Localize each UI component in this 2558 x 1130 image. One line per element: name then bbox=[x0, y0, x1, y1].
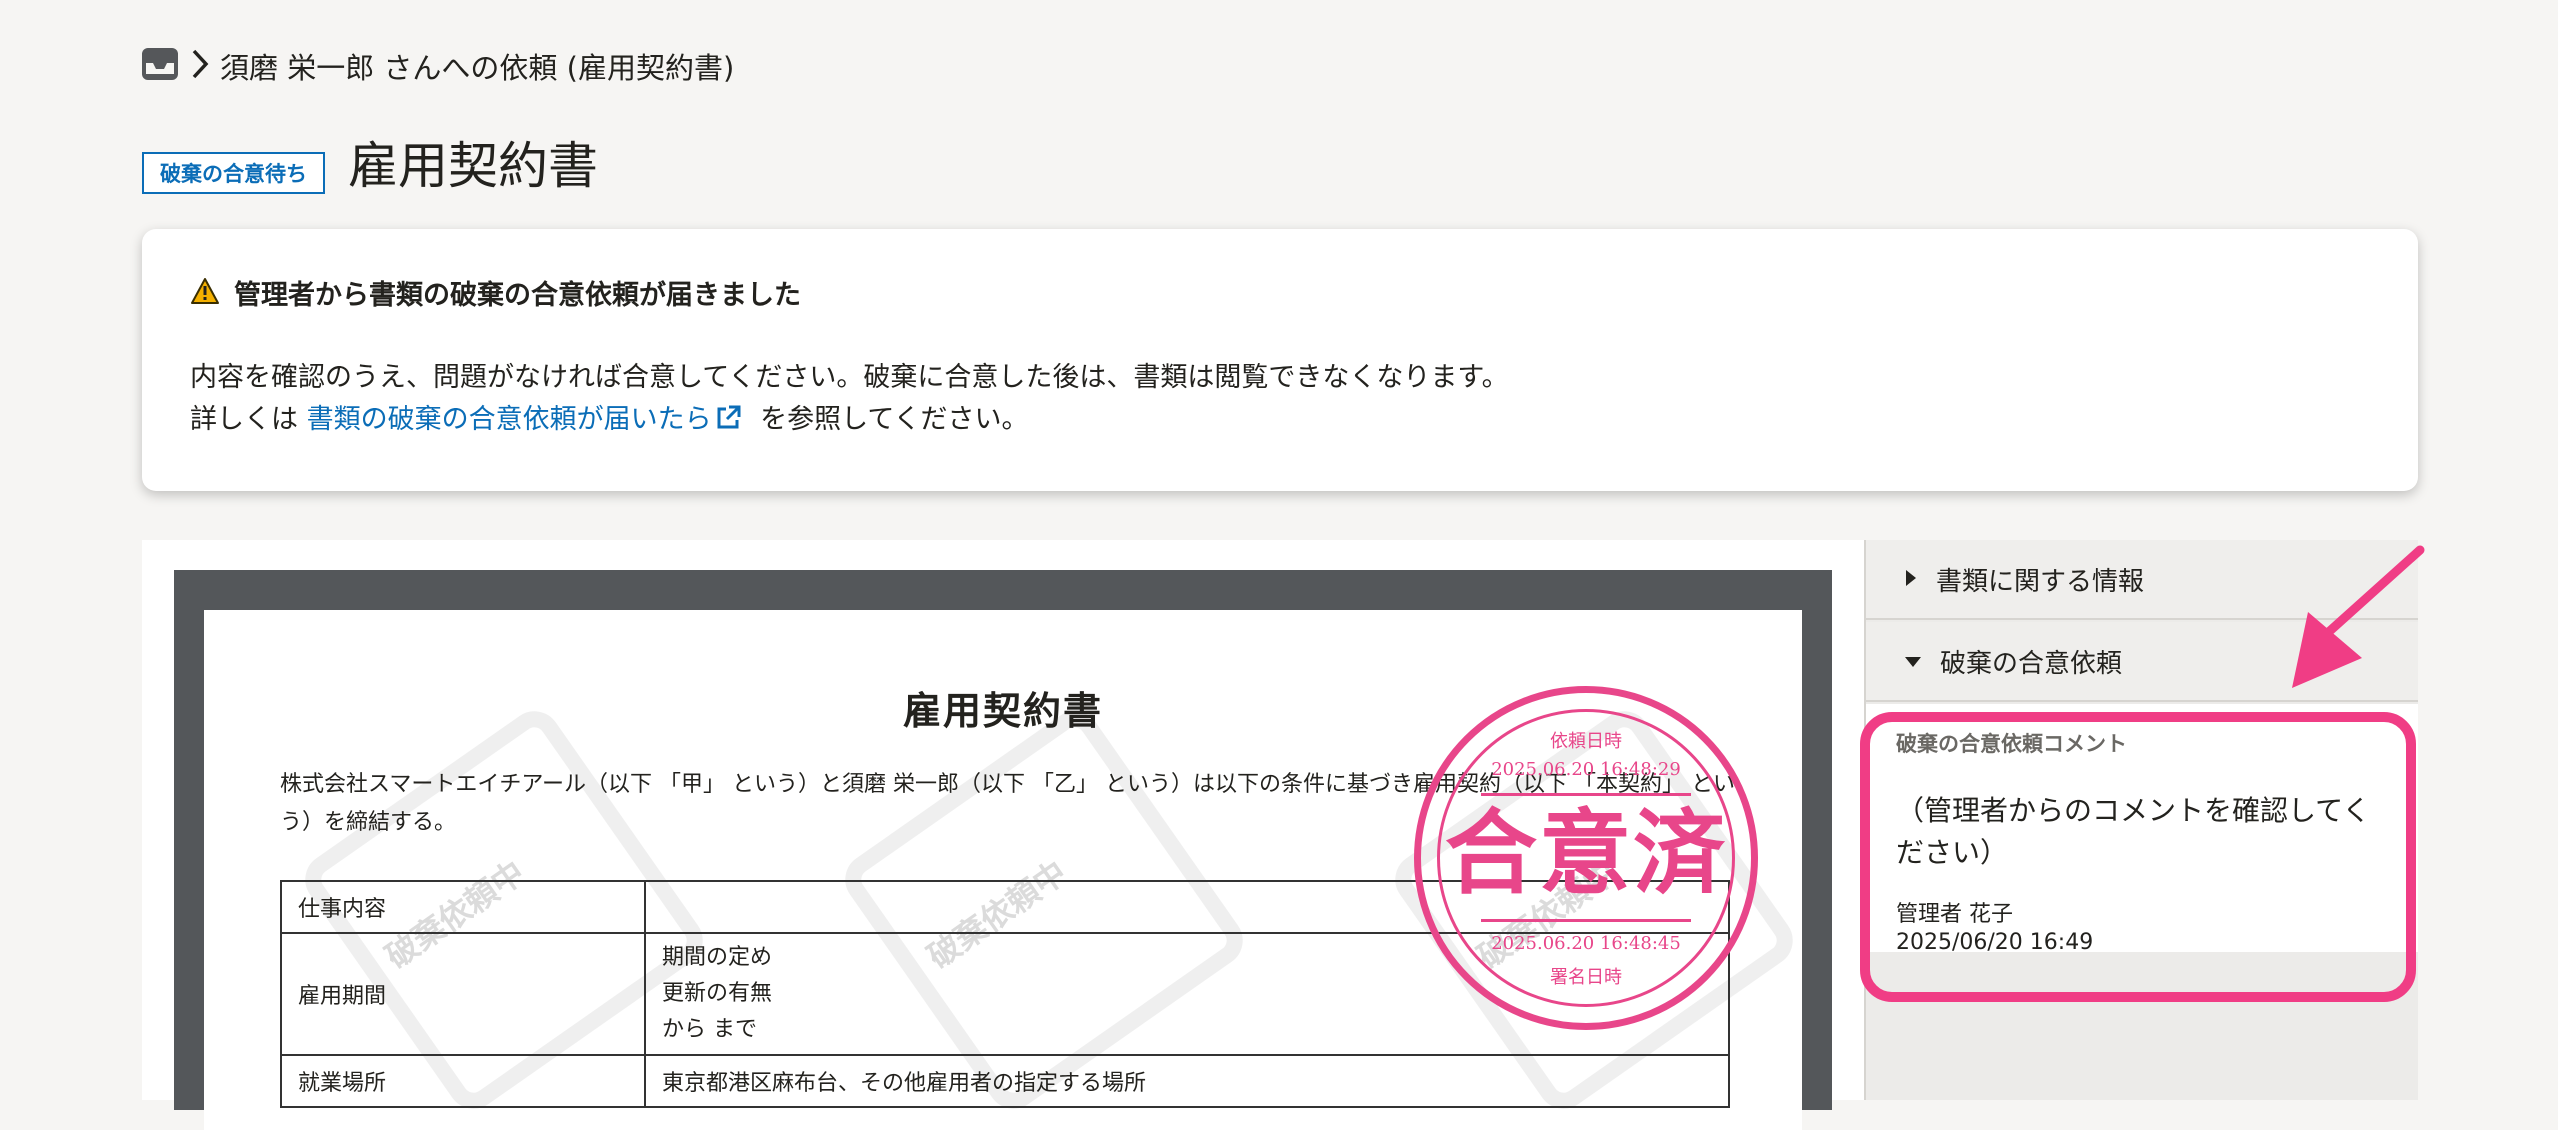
table-cell-label: 就業場所 bbox=[280, 1054, 646, 1108]
help-link[interactable]: 書類の破棄の合意依頼が届いたら bbox=[307, 404, 712, 435]
section-label: 破棄の合意依頼 bbox=[1940, 648, 2123, 679]
alert-line-2-prefix: 詳しくは bbox=[190, 404, 307, 435]
stamp-divider bbox=[1481, 919, 1691, 922]
annotation-highlight-box bbox=[1860, 712, 2416, 1002]
table-cell-label: 仕事内容 bbox=[280, 880, 646, 934]
status-badge: 破棄の合意待ち bbox=[142, 152, 325, 194]
stamp-main-text: 合意済 bbox=[1444, 799, 1727, 907]
document-viewer: 破棄依頼中 破棄依頼中 破棄依頼中 雇用契約書 株式会社スマートエイチアール（以… bbox=[142, 540, 1864, 1130]
alert-line-1: 内容を確認のうえ、問題がなければ合意してください。破棄に合意した後は、書類は閲覧… bbox=[190, 362, 1509, 393]
breadcrumb: 須磨 栄一郎 さんへの依頼 (雇用契約書) bbox=[140, 44, 734, 88]
external-link-icon[interactable] bbox=[714, 403, 742, 445]
section-label: 書類に関する情報 bbox=[1936, 566, 2145, 597]
alert-line-2-suffix: を参照してください。 bbox=[751, 404, 1029, 435]
document-page: 破棄依頼中 破棄依頼中 破棄依頼中 雇用契約書 株式会社スマートエイチアール（以… bbox=[204, 610, 1802, 1130]
stamp-sign-time: 2025.06.20 16:48:45 bbox=[1491, 933, 1681, 954]
inbox-icon[interactable] bbox=[140, 46, 180, 86]
stamp-request-label: 依頼日時 bbox=[1550, 731, 1622, 752]
stamp-request-time: 2025.06.20 16:48:29 bbox=[1491, 759, 1681, 780]
stamp-sign-label: 署名日時 bbox=[1550, 967, 1622, 988]
table-row: 就業場所 東京都港区麻布台、その他雇用者の指定する場所 bbox=[280, 1054, 1730, 1108]
alert-title: 管理者から書類の破棄の合意依頼が届きました bbox=[234, 280, 801, 311]
chevron-right-icon bbox=[190, 48, 210, 84]
page-title: 雇用契約書 bbox=[348, 137, 598, 195]
agreement-stamp: 依頼日時 2025.06.20 16:48:29 合意済 2025.06.20 … bbox=[1414, 686, 1758, 1030]
breadcrumb-current: 須磨 栄一郎 さんへの依頼 (雇用契約書) bbox=[220, 51, 735, 85]
warning-icon bbox=[190, 277, 220, 309]
alert-body: 内容を確認のうえ、問題がなければ合意してください。破棄に合意した後は、書類は閲覧… bbox=[190, 357, 1509, 445]
table-cell-value: 東京都港区麻布台、その他雇用者の指定する場所 bbox=[644, 1054, 1730, 1108]
caret-right-icon bbox=[1904, 564, 1918, 594]
annotation-arrow-icon bbox=[2292, 545, 2425, 688]
alert-line-2: 詳しくは 書類の破棄の合意依頼が届いたら を参照してください。 bbox=[190, 399, 1509, 445]
document-frame[interactable]: 破棄依頼中 破棄依頼中 破棄依頼中 雇用契約書 株式会社スマートエイチアール（以… bbox=[174, 570, 1832, 1130]
alert-panel: 管理者から書類の破棄の合意依頼が届きました 内容を確認のうえ、問題がなければ合意… bbox=[142, 229, 2418, 491]
caret-down-icon bbox=[1904, 646, 1922, 676]
stamp-divider bbox=[1481, 793, 1691, 796]
table-cell-label: 雇用期間 bbox=[280, 932, 646, 1056]
